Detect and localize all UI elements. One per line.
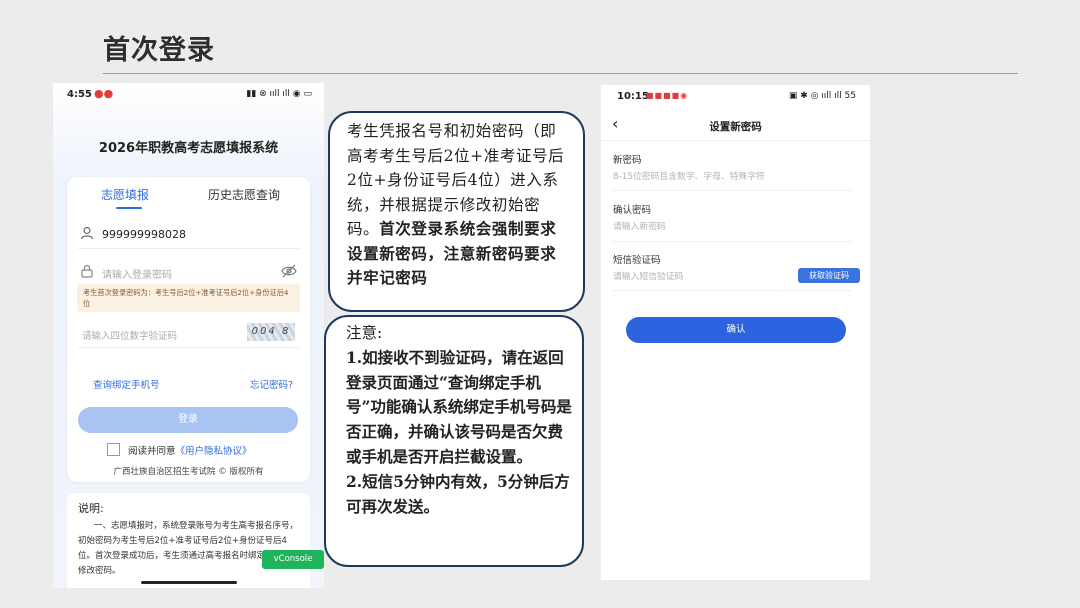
- active-tab-indicator: [116, 207, 142, 209]
- callout2-item-2: 2.短信5分钟内有效，5分钟后方可再次发送。: [346, 471, 570, 516]
- captcha-image[interactable]: 004 8: [247, 323, 295, 341]
- new-password-input[interactable]: 8-15位密码且含数字、字母、特殊字符: [613, 169, 765, 182]
- set-password-phone-screenshot: 10:15 ■■■■◉ ▣ ✱ ◎ ııll ıll 55 ‹ 设置新密码 新密…: [601, 85, 870, 580]
- agree-text: 阅读并同意: [128, 446, 176, 457]
- captcha-placeholder: 请输入四位数字验证码: [82, 331, 178, 342]
- explain-heading: 说明:: [78, 502, 104, 515]
- status-indicators: ▮▮ ⊗ ııll ıll ◉ ▭: [246, 89, 312, 99]
- login-button[interactable]: 登录: [78, 407, 298, 433]
- copyright-footer: 广西壮族自治区招生考试院 © 版权所有: [113, 467, 264, 477]
- initial-password-notice: 考生首次登录密码为：考生号后2位+准考证号后2位+身份证后4位: [77, 284, 300, 312]
- status-time: 10:15: [617, 91, 649, 102]
- callout2-item-1: 1.如接收不到验证码，请在返回登录页面通过“查询绑定手机号”功能确认系统绑定手机…: [346, 347, 572, 466]
- new-password-label: 新密码: [613, 155, 642, 166]
- account-value: 999999998028: [102, 228, 186, 241]
- explanation-card: 说明: 一、志愿填报时，系统登录账号为考生高考报名序号，初始密码为考生号后2位+…: [67, 493, 310, 588]
- title-rule: [103, 73, 1018, 74]
- query-bound-phone-link[interactable]: 查询绑定手机号: [93, 377, 160, 391]
- explain-body: 一、志愿填报时，系统登录账号为考生高考报名序号，初始密码为考生号后2位+准考证号…: [78, 521, 300, 576]
- field-divider: [613, 290, 852, 291]
- field-divider: [613, 190, 852, 191]
- confirm-password-label: 确认密码: [613, 205, 652, 216]
- privacy-agreement-link[interactable]: 《用户隐私协议》: [176, 446, 252, 457]
- page-title: 设置新密码: [709, 121, 762, 133]
- notification-dots: ●●: [94, 87, 114, 100]
- nav-divider: [601, 140, 870, 141]
- status-app-icons: ■■■■◉: [646, 91, 689, 100]
- get-sms-code-button[interactable]: 获取验证码: [798, 268, 860, 283]
- eye-off-icon[interactable]: [281, 264, 297, 278]
- callout-login-instructions: 考生凭报名号和初始密码（即高考考生号后2位+准考证号后2位+身份证号后4位）进入…: [328, 111, 585, 312]
- captcha-field[interactable]: 请输入四位数字验证码 004 8: [78, 319, 299, 348]
- login-card: 志愿填报 历史志愿查询 999999998028 请输入登录密码 考生首次登录密…: [67, 177, 310, 482]
- agree-checkbox[interactable]: [107, 443, 120, 456]
- slide-title: 首次登录: [103, 35, 215, 66]
- user-icon: [80, 226, 94, 240]
- forgot-password-link[interactable]: 忘记密码?: [250, 377, 293, 391]
- password-field[interactable]: 请输入登录密码: [78, 258, 299, 287]
- home-indicator: [141, 581, 237, 584]
- tab-history-query[interactable]: 历史志愿查询: [208, 186, 280, 203]
- vconsole-button[interactable]: vConsole: [262, 550, 324, 569]
- account-field[interactable]: 999999998028: [78, 220, 299, 249]
- agreement-row: 阅读并同意《用户隐私协议》: [107, 443, 252, 457]
- status-bar: 4:55 ●● ▮▮ ⊗ ııll ıll ◉ ▭: [53, 83, 324, 107]
- tab-volunteer-filling[interactable]: 志愿填报: [101, 186, 149, 203]
- sms-code-label: 短信验证码: [613, 255, 661, 266]
- confirm-password-input[interactable]: 请输入新密码: [613, 219, 666, 232]
- status-bar: 10:15 ■■■■◉ ▣ ✱ ◎ ııll ıll 55: [601, 85, 870, 107]
- password-placeholder: 请输入登录密码: [102, 270, 172, 281]
- confirm-button[interactable]: 确认: [626, 317, 846, 343]
- status-time: 4:55: [67, 89, 92, 100]
- lock-icon: [81, 264, 93, 278]
- status-indicators: ▣ ✱ ◎ ııll ıll 55: [788, 91, 856, 101]
- callout1-bold-text: 首次登录系统会强制要求设置新密码，注意新密码要求并牢记密码: [347, 219, 557, 287]
- login-phone-screenshot: 4:55 ●● ▮▮ ⊗ ııll ıll ◉ ▭ 2026年职教高考志愿填报系…: [53, 83, 324, 588]
- field-divider: [613, 241, 852, 242]
- callout2-heading: 注意:: [346, 324, 383, 342]
- sms-code-input[interactable]: 请输入短信验证码: [613, 269, 683, 282]
- callout-notes: 注意: 1.如接收不到验证码，请在返回登录页面通过“查询绑定手机号”功能确认系统…: [324, 315, 584, 567]
- system-title: 2026年职教高考志愿填报系统: [98, 141, 279, 156]
